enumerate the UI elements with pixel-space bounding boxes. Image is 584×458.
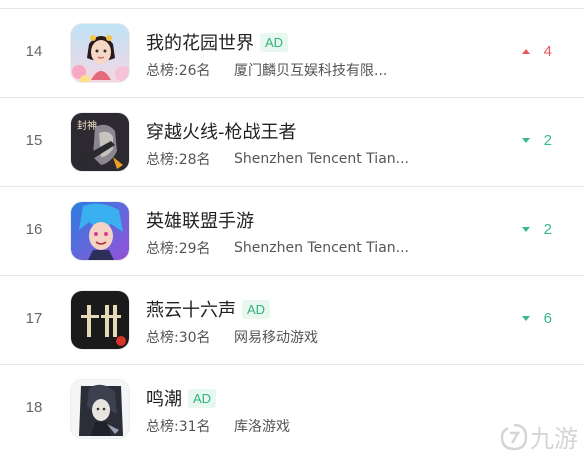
yanyun-icon[interactable] — [70, 290, 130, 350]
rank-number: 15 — [25, 132, 43, 149]
svg-text:封神: 封神 — [77, 119, 97, 132]
game-name[interactable]: 穿越火线-枪战王者 — [146, 118, 297, 144]
garden-game-icon[interactable] — [70, 23, 130, 83]
total-rank: 总榜:31名 — [146, 419, 211, 435]
ad-badge: AD — [242, 299, 271, 319]
game-name[interactable]: 我的花园世界 — [146, 29, 254, 55]
total-rank: 总榜:30名 — [146, 330, 211, 346]
crossfire-icon[interactable]: 封神 — [70, 112, 130, 172]
rank-number: 18 — [25, 399, 43, 416]
league-icon[interactable] — [70, 201, 130, 261]
jiuyou-logo-icon — [500, 423, 528, 450]
watermark: 九游 — [500, 419, 578, 454]
rank-change: 2 — [521, 132, 552, 149]
list-item[interactable]: 17 燕云十六声 AD 总榜:30名 网易移动游戏 6 — [0, 276, 584, 365]
wuthering-icon[interactable] — [70, 379, 130, 439]
rank-change: 6 — [521, 310, 552, 327]
rank-number: 16 — [25, 221, 43, 238]
ad-badge: AD — [260, 32, 289, 52]
arrow-down-icon — [521, 138, 530, 143]
total-rank: 总榜:28名 — [146, 152, 211, 168]
game-ranking-list: 14 我的花园世界 AD 总榜:26名 厦门麟贝互娱科技有限... 4 15 封… — [0, 0, 584, 458]
arrow-down-icon — [521, 227, 530, 232]
arrow-down-icon — [521, 316, 530, 321]
developer-name: Shenzhen Tencent Tian... — [234, 240, 409, 256]
watermark-text: 九游 — [530, 425, 578, 453]
rank-change-value: 6 — [543, 310, 552, 327]
total-rank: 总榜:29名 — [146, 241, 211, 257]
game-name[interactable]: 英雄联盟手游 — [146, 207, 254, 233]
rank-change: 4 — [521, 43, 552, 60]
rank-number: 17 — [25, 310, 43, 327]
ad-badge: AD — [188, 388, 217, 408]
list-item[interactable]: 14 我的花园世界 AD 总榜:26名 厦门麟贝互娱科技有限... 4 — [0, 9, 584, 98]
rank-number: 14 — [25, 43, 43, 60]
developer-name: 网易移动游戏 — [234, 330, 318, 346]
arrow-up-icon — [521, 49, 530, 54]
rank-change: 2 — [521, 221, 552, 238]
rank-change-value: 2 — [543, 221, 552, 238]
rank-change-value: 2 — [543, 132, 552, 149]
list-item[interactable]: 16 英雄联盟手游 总榜:29名 Shenzhen Tencent Tian..… — [0, 187, 584, 276]
list-item[interactable]: 15 封神 穿越火线-枪战王者 总榜:28名 Shenzhen Tencent … — [0, 98, 584, 187]
total-rank: 总榜:26名 — [146, 63, 211, 79]
game-name[interactable]: 燕云十六声 — [146, 296, 236, 322]
developer-name: Shenzhen Tencent Tian... — [234, 151, 409, 167]
developer-name: 厦门麟贝互娱科技有限... — [234, 63, 388, 79]
rank-change-value: 4 — [543, 43, 552, 60]
game-name[interactable]: 鸣潮 — [146, 385, 182, 411]
list-item[interactable]: 18 鸣潮 AD 总榜:31名 库洛游戏 — [0, 365, 584, 454]
developer-name: 库洛游戏 — [234, 419, 290, 435]
